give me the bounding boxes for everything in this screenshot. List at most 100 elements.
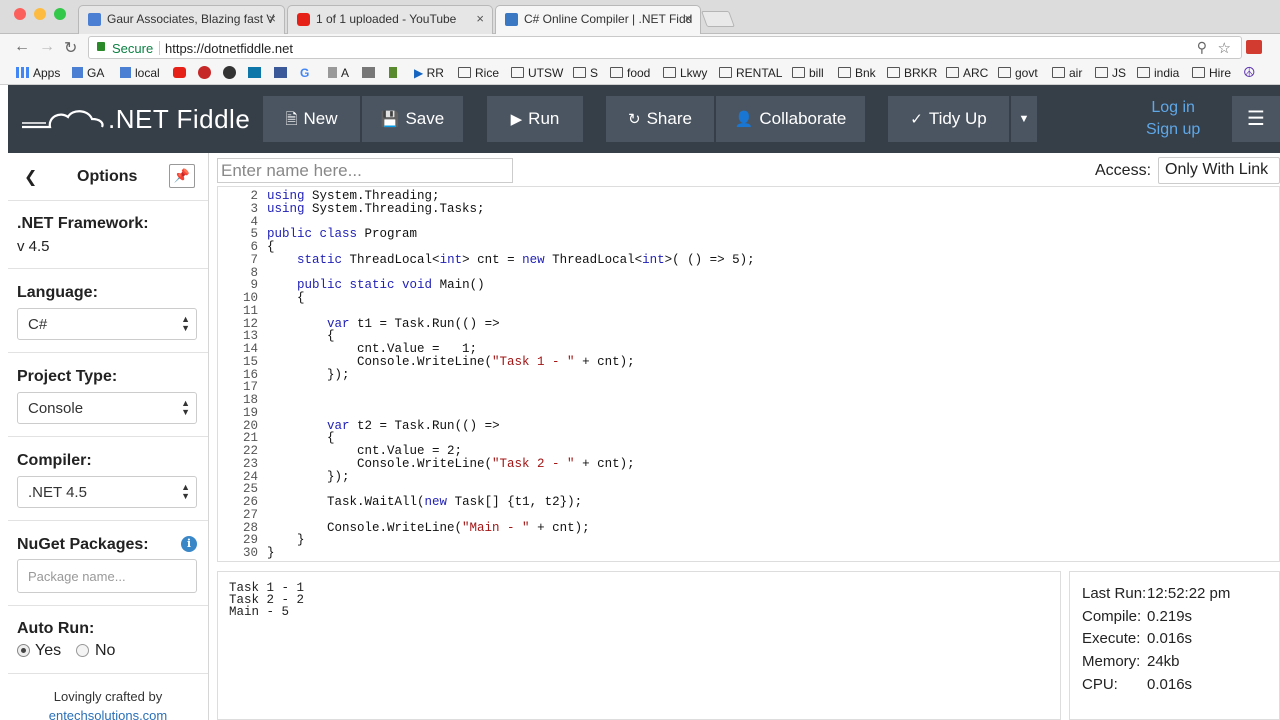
bookmark-lkwy[interactable]: Lkwy (663, 66, 707, 80)
reload-icon[interactable]: ↻ (64, 38, 77, 58)
compiler-select[interactable]: .NET 4.5 ▲ ▼ (17, 476, 197, 508)
collapse-chevron-icon[interactable]: ❮ (24, 167, 37, 187)
share-icon: ↻ (628, 111, 641, 128)
pin-icon[interactable]: 📌 (169, 164, 195, 188)
login-link[interactable]: Log in (1146, 97, 1200, 119)
close-tab-icon[interactable]: × (476, 11, 484, 26)
bookmark-ga[interactable]: GA (72, 66, 104, 80)
bookmark-local[interactable]: local (120, 66, 160, 80)
nuget-search-input[interactable]: Package name... (17, 559, 197, 593)
divider (8, 200, 208, 201)
bookmark-label: ARC (963, 66, 989, 80)
minimize-window-icon[interactable] (34, 8, 46, 20)
close-tab-icon[interactable]: × (268, 11, 276, 26)
code-line: 20 var t2 = Task.Run(() => (218, 419, 1279, 433)
back-arrow-icon[interactable]: ← (14, 38, 30, 56)
run-button[interactable]: ▶ Run (487, 96, 584, 142)
new-tab-button[interactable] (701, 11, 735, 27)
bookmark-bill[interactable]: bill (792, 66, 824, 80)
line-number: 11 (242, 303, 258, 318)
bookmark-label: A (341, 66, 350, 80)
bookmark-hire[interactable]: Hire (1192, 66, 1231, 80)
folder-icon (838, 67, 851, 78)
address-bar[interactable]: Secure https://dotnetfiddle.net ⚲ ☆ (88, 36, 1242, 59)
folder-icon (573, 67, 586, 78)
last-run-value: 12:52:22 pm (1147, 585, 1231, 602)
divider (8, 605, 208, 606)
code-keyword: int (642, 252, 665, 267)
bookmark-doc[interactable]: A (328, 66, 349, 80)
extension-icon[interactable] (1246, 40, 1262, 54)
new-button[interactable]: 🗎 New (263, 96, 361, 142)
bookmark-bnk[interactable]: Bnk (838, 66, 876, 80)
tidy-dropdown-button[interactable]: ▼ (1011, 96, 1038, 142)
browser-tab-gaur[interactable]: Gaur Associates, Blazing fast V × (78, 5, 285, 34)
bookmark-youtube[interactable] (173, 66, 190, 80)
auto-run-no-radio[interactable] (76, 644, 89, 657)
bookmark-arc[interactable]: ARC (946, 66, 988, 80)
bookmark-r[interactable] (198, 66, 215, 81)
code-token: }); (267, 367, 350, 382)
r-icon (198, 66, 211, 79)
auto-run-yes-label[interactable]: Yes (35, 642, 61, 660)
bookmark-label: GA (87, 66, 105, 80)
language-select[interactable]: C# ▲ ▼ (17, 308, 197, 340)
maximize-window-icon[interactable] (54, 8, 66, 20)
star-icon[interactable]: ☆ (1218, 39, 1231, 57)
bookmark-a[interactable] (223, 66, 240, 81)
signup-link[interactable]: Sign up (1146, 119, 1200, 141)
share-button[interactable]: ↻ Share (606, 96, 715, 142)
code-text: public class Program (267, 228, 417, 241)
bookmark-govt[interactable]: govt (998, 66, 1038, 80)
bookmark-s[interactable]: S (573, 66, 598, 80)
project-type-label: Project Type: (17, 368, 118, 385)
bookmark-rr[interactable]: ▶ RR (414, 66, 444, 80)
fiddle-name-input[interactable]: Enter name here... (217, 158, 513, 183)
lock-icon (97, 42, 105, 51)
bookmark-utsw[interactable]: UTSW (511, 66, 563, 80)
bookmark-puzzle[interactable] (362, 66, 379, 80)
code-token: Main() (439, 278, 485, 293)
bookmark-india[interactable]: india (1137, 66, 1179, 80)
fiddle-header: .NET Fiddle 🗎 New 💾 Save ▶ Run ↻ Share 👤 Coll… (8, 85, 1280, 153)
browser-tab-dotnetfiddle[interactable]: C# Online Compiler | .NET Fidd × (495, 5, 701, 35)
bookmark-rental[interactable]: RENTAL (719, 66, 782, 80)
bookmark-brkr[interactable]: BRKR (887, 66, 937, 80)
code-token: } (267, 546, 275, 560)
browser-tab-youtube[interactable]: 1 of 1 uploaded - YouTube × (287, 5, 493, 34)
zoom-icon[interactable]: ⚲ (1197, 39, 1207, 56)
bookmark-figure[interactable] (389, 66, 401, 80)
bookmark-g[interactable]: G (300, 66, 309, 80)
code-token: + cnt); (529, 520, 590, 535)
access-select[interactable]: Only With Link (1158, 157, 1280, 184)
auto-run-yes-radio[interactable] (17, 644, 30, 657)
close-tab-icon[interactable]: × (684, 11, 692, 26)
menu-button[interactable]: ☰ (1232, 96, 1280, 142)
collaborate-button[interactable]: 👤 Collaborate (716, 96, 866, 142)
footer-link[interactable]: entechsolutions.com (8, 708, 208, 720)
bookmark-linkedin[interactable] (248, 66, 265, 80)
bookmark-air[interactable]: air (1052, 66, 1082, 80)
folder-icon (1052, 67, 1065, 78)
bookmark-facebook[interactable] (274, 66, 291, 80)
project-type-value: Console (28, 400, 84, 417)
auto-run-no-label[interactable]: No (95, 642, 115, 660)
info-icon[interactable]: i (181, 536, 197, 552)
project-type-select[interactable]: Console ▲ ▼ (17, 392, 197, 424)
bookmark-rice[interactable]: Rice (458, 66, 499, 80)
bookmark-js[interactable]: JS (1095, 66, 1126, 80)
code-token: System.Threading.Tasks; (312, 201, 485, 216)
code-line: 29 } (218, 534, 1279, 547)
last-run-row: Last Run: 12:52:22 pm (1082, 585, 1230, 602)
code-editor[interactable]: 2 using System.Threading; 3 using System.Th… (217, 186, 1280, 562)
save-button[interactable]: 💾 Save (362, 96, 464, 142)
peace-icon[interactable]: ☮ (1243, 64, 1256, 81)
bookmark-label: local (135, 66, 160, 80)
tidy-up-button[interactable]: ✓ Tidy Up (888, 96, 1010, 142)
close-window-icon[interactable] (14, 8, 26, 20)
bookmark-food[interactable]: food (610, 66, 650, 80)
bookmark-apps[interactable]: Apps (16, 66, 60, 80)
tab-title: 1 of 1 uploaded - YouTube (316, 12, 457, 26)
forward-arrow-icon[interactable]: → (39, 38, 55, 56)
logo-text[interactable]: .NET Fiddle (108, 104, 250, 135)
